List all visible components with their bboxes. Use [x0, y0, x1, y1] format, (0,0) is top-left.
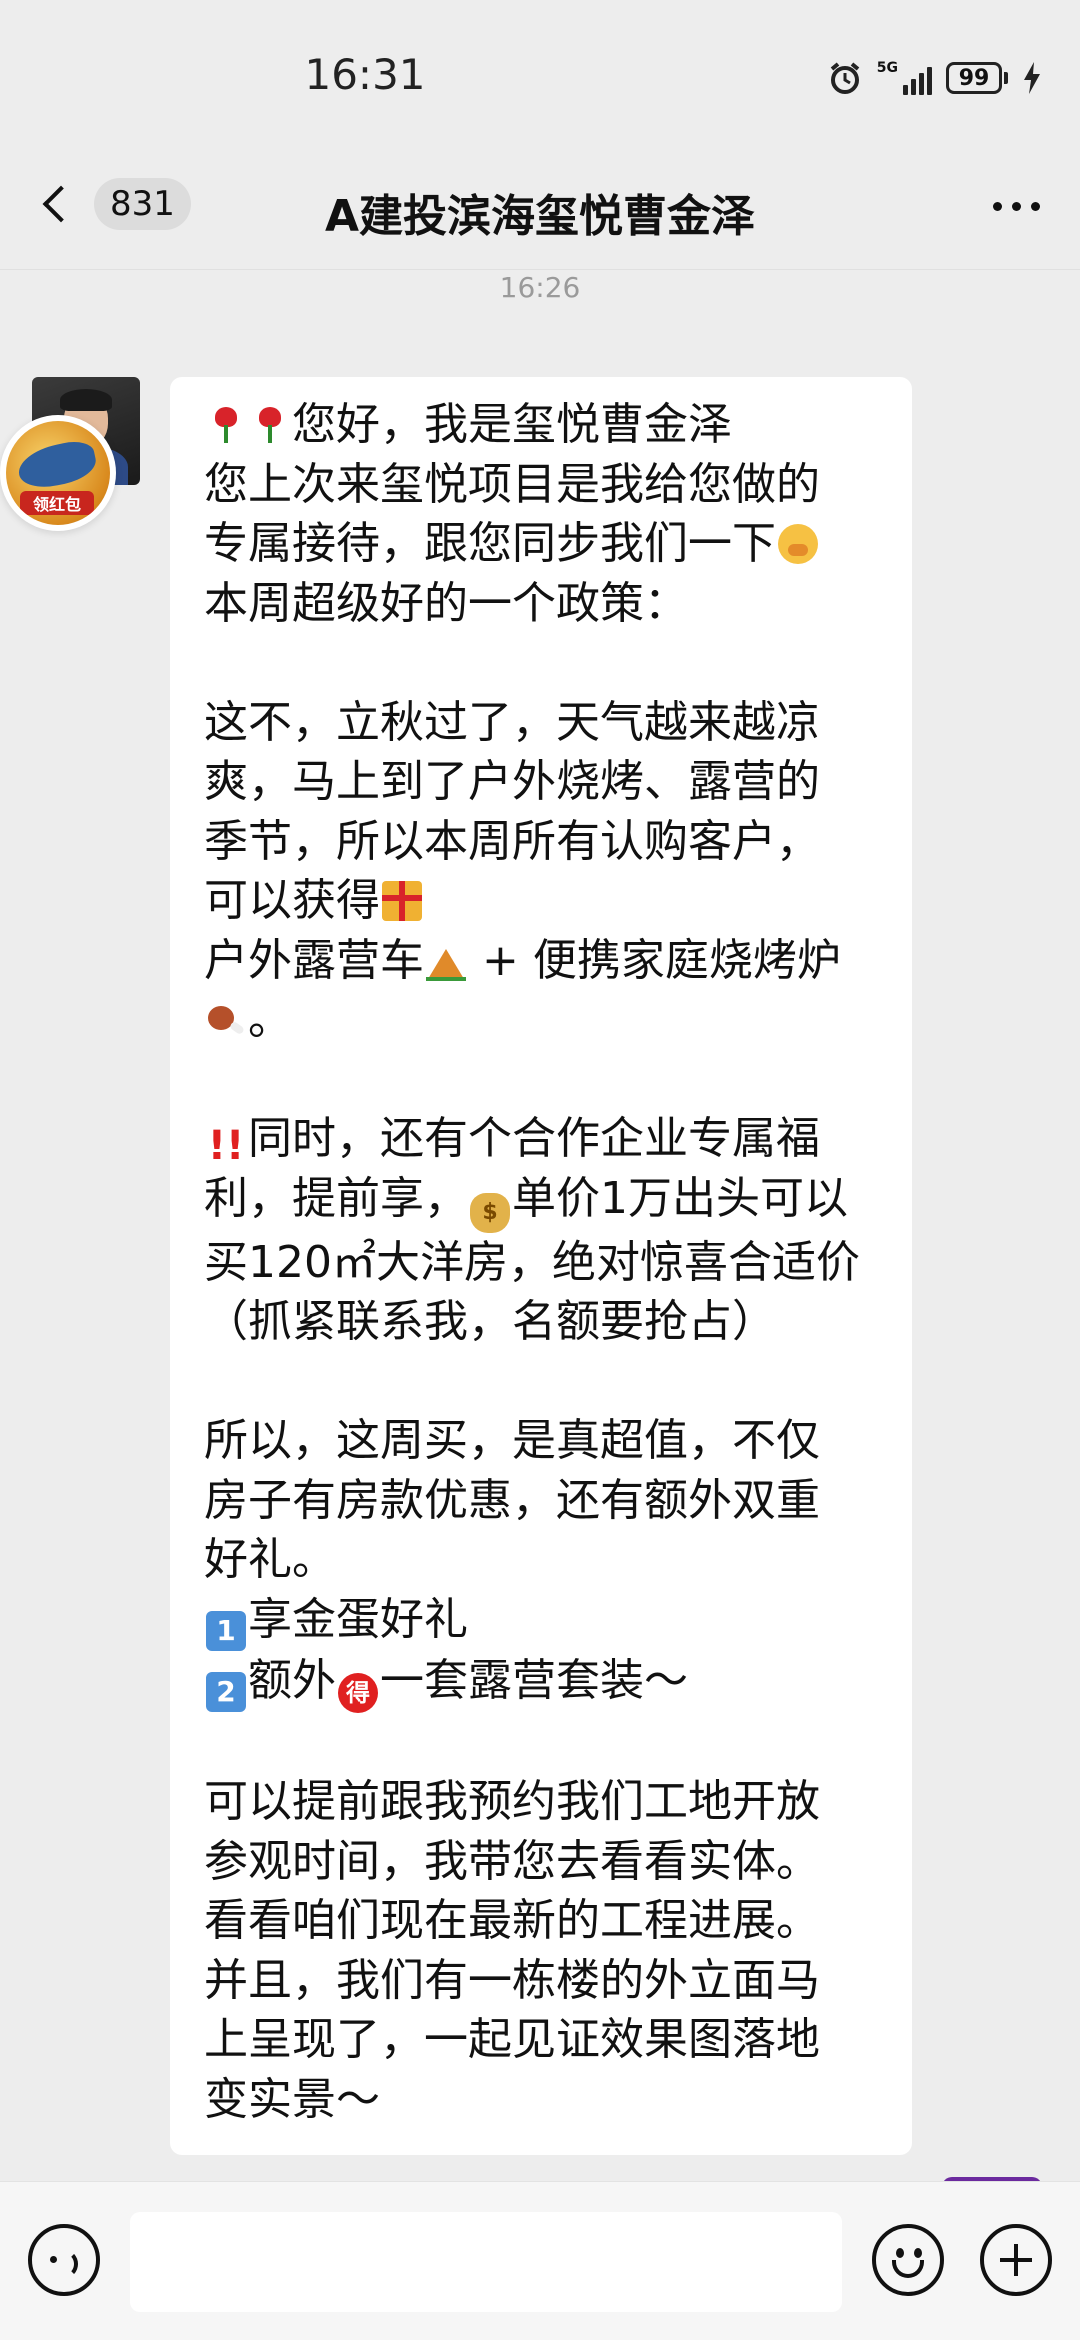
message-input[interactable] — [130, 2212, 842, 2312]
status-icons: 5G 99 — [827, 58, 1042, 98]
message-text: 所以，这周买，是真超值，不仅 — [204, 1415, 820, 1466]
message-text: 户外露营车 — [204, 934, 424, 986]
network-label: 5G — [876, 60, 898, 76]
more-dots-icon[interactable] — [993, 202, 1040, 211]
message-text: 买120㎡大洋房，绝对惊喜合适价 — [204, 1236, 860, 1288]
message-line: !!同时，还有个合作企业专属福 — [204, 1109, 878, 1169]
message-line — [204, 633, 878, 693]
message-text: + 便携家庭烧烤炉 — [468, 934, 841, 986]
charging-icon — [1024, 62, 1040, 94]
message-line: 。 — [204, 990, 878, 1050]
message-line: （抓紧联系我，名额要抢占） — [204, 1292, 878, 1352]
message-line: 您好，我是玺悦曹金泽 — [204, 395, 878, 455]
de-emoji-icon: 得 — [338, 1672, 378, 1713]
message-bubble[interactable]: 您好，我是玺悦曹金泽您上次来玺悦项目是我给您做的 专属接待，跟您同步我们一下 本周超… — [170, 377, 912, 2155]
signal-icon: 5G — [877, 61, 932, 95]
message-text: 一套露营套装～ — [380, 1654, 688, 1706]
keycap-1-emoji-icon: 1 — [206, 1610, 246, 1651]
message-text: 好礼。 — [204, 1534, 336, 1585]
message-text: 您上次来玺悦项目是我给您做的 — [204, 458, 820, 510]
message-list[interactable]: 16:26 领红包 您好，我是玺悦曹金泽您上次来玺悦项目是我给您做的 专属接待，跟… — [0, 271, 1080, 2181]
message-text: 利，提前享， — [204, 1172, 468, 1224]
message-text: 爽，马上到了户外烧烤、露营的 — [204, 756, 820, 807]
meat-emoji-icon — [206, 1000, 246, 1040]
message-text: （抓紧联系我，名额要抢占） — [204, 1296, 776, 1347]
gift-emoji-icon — [382, 881, 422, 921]
message-text: 额外 — [248, 1654, 336, 1706]
message-text: 这不，立秋过了，天气越来越凉 — [204, 696, 820, 748]
red-packet-icon: 领红包 — [6, 421, 110, 525]
rose-emoji-icon — [250, 405, 290, 445]
message-text: 变实景～ — [204, 2073, 380, 2125]
plus-icon[interactable] — [980, 2224, 1052, 2296]
message-text: 专属接待，跟您同步我们一下 — [204, 518, 776, 569]
voice-icon[interactable] — [28, 2224, 100, 2296]
message-line: 并且，我们有一栋楼的外立面马 — [204, 1951, 878, 2011]
message-line: 这不，立秋过了，天气越来越凉 — [204, 693, 878, 753]
message-line: 好礼。 — [204, 1530, 878, 1590]
red-packet-button[interactable]: 领红包 — [0, 415, 116, 531]
message-text: 参观时间，我带您去看看实体。 — [204, 1835, 820, 1887]
message-text: 并且，我们有一栋楼的外立面马 — [204, 1954, 820, 2006]
chat-title: A建投滨海玺悦曹金泽 — [324, 191, 756, 242]
message-line: 本周超级好的一个政策： — [204, 574, 878, 634]
battery-icon: 99 — [946, 62, 1008, 94]
message-line: 利，提前享， $ 单价1万出头可以 — [204, 1169, 878, 1233]
tent-emoji-icon — [426, 941, 466, 981]
message-text: 可以获得 — [204, 875, 380, 926]
message-text: 季节，所以本周所有认购客户， — [204, 815, 820, 867]
face-emoji-icon — [778, 524, 818, 564]
message-text: 同时，还有个合作企业专属福 — [248, 1113, 820, 1164]
message-text: 本周超级好的一个政策： — [204, 577, 688, 629]
red-packet-label: 领红包 — [20, 491, 94, 515]
rose-emoji-icon — [206, 405, 246, 445]
status-time: 16:31 — [304, 50, 426, 99]
message-line: 2 额外得一套露营套装～ — [204, 1651, 878, 1713]
message-line: 所以，这周买，是真超值，不仅 — [204, 1411, 878, 1471]
message-text: 房子有房款优惠，还有额外双重 — [204, 1474, 820, 1526]
message-line: 变实景～ — [204, 2070, 878, 2130]
message-line: 房子有房款优惠，还有额外双重 — [204, 1471, 878, 1531]
message-line: 参观时间，我带您去看看实体。 — [204, 1832, 878, 1892]
message-text: 上呈现了，一起见证效果图落地 — [204, 2014, 820, 2065]
message-line — [204, 1050, 878, 1110]
message-line: 可以获得 — [204, 871, 878, 931]
message-line: 1 享金蛋好礼 — [204, 1590, 878, 1651]
message-timestamp: 16:26 — [499, 271, 581, 304]
emoji-icon[interactable] — [872, 2224, 944, 2296]
input-bar — [0, 2181, 1080, 2340]
message-text: 可以提前跟我预约我们工地开放 — [204, 1776, 820, 1827]
keycap-2-emoji-icon: 2 — [206, 1671, 246, 1712]
message-line: 看看咱们现在最新的工程进展。 — [204, 1891, 878, 1951]
message-text: 您好，我是玺悦曹金泽 — [292, 399, 732, 450]
message-text: 看看咱们现在最新的工程进展。 — [204, 1895, 820, 1946]
message-text: 。 — [248, 994, 292, 1045]
message-line: 专属接待，跟您同步我们一下 — [204, 514, 878, 574]
message-line — [204, 1713, 878, 1773]
message-line: 爽，马上到了户外烧烤、露营的 — [204, 752, 878, 812]
message-line: 上呈现了，一起见证效果图落地 — [204, 2010, 878, 2070]
message-line — [204, 1352, 878, 1412]
status-bar: 16:31 5G 99 — [0, 0, 1080, 150]
message-line: 户外露营车 + 便携家庭烧烤炉 — [204, 931, 878, 991]
battery-level: 99 — [946, 62, 1002, 94]
message-line: 季节，所以本周所有认购客户， — [204, 812, 878, 872]
message-line: 您上次来玺悦项目是我给您做的 — [204, 455, 878, 515]
message-text: 享金蛋好礼 — [248, 1593, 468, 1645]
exclamation-emoji-icon: !! — [207, 1123, 245, 1169]
chat-header: 831 A建投滨海玺悦曹金泽 — [0, 150, 1080, 270]
message-text: 单价1万出头可以 — [512, 1172, 848, 1224]
alarm-icon — [830, 62, 860, 94]
message-line: 买120㎡大洋房，绝对惊喜合适价 — [204, 1233, 878, 1293]
money-bag-emoji-icon: $ — [470, 1192, 510, 1233]
message-line: 可以提前跟我预约我们工地开放 — [204, 1772, 878, 1832]
